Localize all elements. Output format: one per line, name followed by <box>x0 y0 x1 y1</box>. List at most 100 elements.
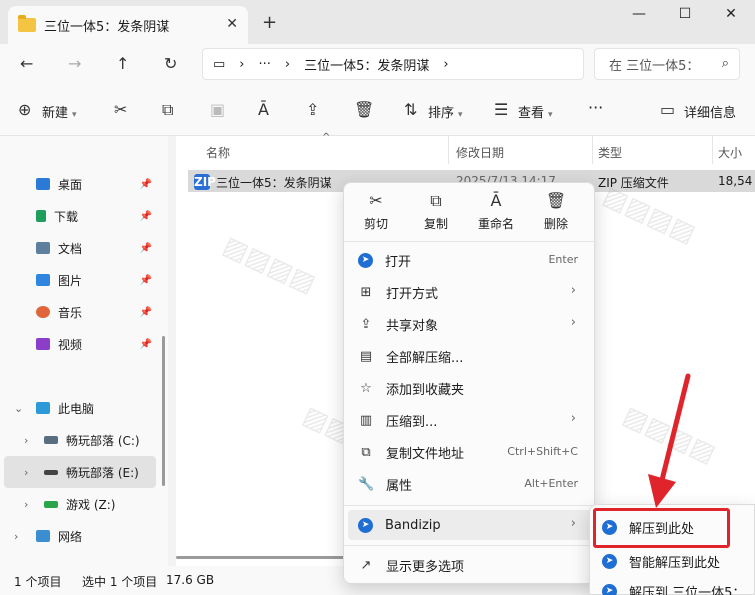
chevron-down-icon[interactable]: ⌄ <box>14 402 23 415</box>
sidebar-item-label: 游戏 (Z:) <box>66 497 116 512</box>
breadcrumb-folder[interactable]: 三位一体5：发条阴谋 <box>304 55 429 74</box>
column-header-type[interactable]: 类型 <box>598 144 622 161</box>
drive-icon <box>44 469 58 475</box>
music-icon <box>36 306 50 318</box>
picture-icon <box>36 274 50 286</box>
back-arrow-icon[interactable]: ← <box>20 54 33 73</box>
download-icon <box>36 210 46 222</box>
new-label: 新建 <box>42 106 69 121</box>
delete-action[interactable]: 🗑 删除 <box>526 191 586 232</box>
maximize-button[interactable]: ☐ <box>670 6 700 22</box>
menu-item-copy-path[interactable]: ⧉ 复制文件地址 Ctrl+Shift+C <box>348 437 592 467</box>
details-button[interactable]: 详细信息 <box>684 102 736 121</box>
sidebar-item-drive-e[interactable]: › 畅玩部落 (E:) <box>4 456 156 488</box>
sidebar-item-drive-c[interactable]: › 畅玩部落 (C:) <box>0 424 160 456</box>
forward-arrow-icon[interactable]: → <box>68 54 81 73</box>
navigation-pane: 桌面 📌 下载 📌 文档 📌 图片 📌 音乐 📌 视频 📌 ⌄ 此电脑 › 畅玩… <box>0 136 168 566</box>
up-arrow-icon[interactable]: ↑ <box>116 54 129 73</box>
chevron-right-icon[interactable]: › <box>24 498 28 511</box>
sidebar-scrollbar[interactable] <box>162 336 165 486</box>
search-icon[interactable]: ⌕ <box>722 56 729 71</box>
share-icon[interactable]: ⇪ <box>306 100 319 119</box>
column-header-name[interactable]: 名称 <box>206 144 230 161</box>
copy-icon: ⧉ <box>430 191 442 210</box>
menu-item-compress-to[interactable]: ▥ 压缩到... › <box>348 405 592 435</box>
tab-current-folder[interactable]: 三位一体5：发条阴谋 ✕ <box>8 6 248 44</box>
new-button[interactable]: 新建 ▾ <box>42 102 77 121</box>
column-divider[interactable] <box>448 136 449 164</box>
menu-item-open-with[interactable]: ⊞ 打开方式 › <box>348 277 592 307</box>
sidebar-item-desktop[interactable]: 桌面 📌 <box>0 168 160 200</box>
paste-icon[interactable]: ▣ <box>210 100 225 119</box>
extract-folder-icon: ▤ <box>359 348 373 364</box>
pin-icon: 📌 <box>139 178 152 190</box>
sidebar-item-music[interactable]: 音乐 📌 <box>0 296 160 328</box>
sidebar-item-drive-z[interactable]: › 游戏 (Z:) <box>0 488 160 520</box>
zip-file-icon: ZIP <box>194 174 216 190</box>
sort-button[interactable]: 排序 ▾ <box>428 102 463 121</box>
delete-icon[interactable]: 🗑 <box>354 100 374 119</box>
details-pane-icon[interactable]: ▭ <box>660 100 675 119</box>
bandizip-icon: ➤ <box>602 583 617 595</box>
menu-divider <box>344 545 596 546</box>
column-header-size[interactable]: 大小 <box>718 144 742 161</box>
copy-action[interactable]: ⧉ 复制 <box>406 191 466 232</box>
menu-item-label: Bandizip <box>385 517 441 533</box>
address-bar[interactable]: ▭ › ··· › 三位一体5：发条阴谋 › <box>202 48 584 80</box>
context-menu: ✂ 剪切 ⧉ 复制 Ā 重命名 🗑 删除 ➤ 打开 Enter ⊞ 打开方式 ›… <box>343 182 596 584</box>
more-button[interactable]: ··· <box>588 98 603 117</box>
sidebar-item-pictures[interactable]: 图片 📌 <box>0 264 160 296</box>
submenu-item-extract-to-folder[interactable]: ➤ 解压到 三位一体5： <box>594 577 754 595</box>
sidebar-item-label: 畅玩部落 (E:) <box>66 465 139 480</box>
sidebar-item-network[interactable]: › 网络 <box>0 520 160 552</box>
column-divider[interactable] <box>712 136 713 164</box>
chevron-right-icon[interactable]: › <box>14 530 18 543</box>
rename-icon[interactable]: Ā <box>258 100 269 119</box>
search-input[interactable]: 在 三位一体5： ⌕ <box>594 48 740 80</box>
menu-item-bandizip[interactable]: ➤ Bandizip › <box>348 510 592 540</box>
refresh-icon[interactable]: ↻ <box>164 54 177 73</box>
chevron-right-icon[interactable]: › <box>24 466 28 479</box>
pin-icon: 📌 <box>139 338 152 350</box>
bandizip-icon: ➤ <box>602 553 617 569</box>
bandizip-icon: ➤ <box>358 517 373 533</box>
chevron-right-icon: › <box>570 283 576 298</box>
column-header-date[interactable]: 修改日期 <box>456 144 504 161</box>
pin-icon: 📌 <box>139 306 152 318</box>
sidebar-item-this-pc[interactable]: ⌄ 此电脑 <box>0 392 160 424</box>
sort-icon[interactable]: ⇅ <box>404 100 417 119</box>
view-button[interactable]: 查看 ▾ <box>518 102 553 121</box>
toolbar: ⊕ 新建 ▾ ✂ ⧉ ▣ Ā ⇪ 🗑 ⇅ 排序 ▾ ☰ 查看 ▾ ··· ▭ 详细信息 <box>0 84 755 136</box>
menu-item-share[interactable]: ⇪ 共享对象 › <box>348 309 592 339</box>
column-divider[interactable] <box>592 136 593 164</box>
copy-icon[interactable]: ⧉ <box>162 100 173 120</box>
sidebar-item-videos[interactable]: 视频 📌 <box>0 328 160 360</box>
sidebar-item-documents[interactable]: 文档 📌 <box>0 232 160 264</box>
menu-item-show-more[interactable]: ↗ 显示更多选项 <box>348 550 592 580</box>
sidebar-item-label: 桌面 <box>58 177 83 192</box>
menu-item-label: 复制文件地址 <box>386 446 465 462</box>
menu-item-add-favorites[interactable]: ☆ 添加到收藏夹 <box>348 373 592 403</box>
window-close-button[interactable]: ✕ <box>716 6 746 22</box>
submenu-item-smart-extract[interactable]: ➤ 智能解压到此处 <box>594 547 754 575</box>
file-type: ZIP 压缩文件 <box>598 176 669 190</box>
tab-close-icon[interactable]: ✕ <box>226 16 238 32</box>
new-plus-icon[interactable]: ⊕ <box>18 100 31 119</box>
ellipsis-icon[interactable]: ··· <box>259 57 271 72</box>
view-icon[interactable]: ☰ <box>494 100 508 119</box>
sidebar-item-label: 下载 <box>54 209 79 224</box>
cut-action[interactable]: ✂ 剪切 <box>346 191 406 232</box>
minimize-button[interactable]: — <box>624 6 654 22</box>
wrench-icon: 🔧 <box>358 476 375 492</box>
menu-item-open[interactable]: ➤ 打开 Enter <box>348 245 592 275</box>
menu-item-properties[interactable]: 🔧 属性 Alt+Enter <box>348 469 592 499</box>
new-tab-button[interactable]: + <box>262 12 277 33</box>
sidebar-item-label: 图片 <box>58 273 83 288</box>
pin-icon: 📌 <box>139 242 152 254</box>
menu-item-label: 压缩到... <box>386 414 438 430</box>
rename-action[interactable]: Ā 重命名 <box>466 191 526 232</box>
cut-icon[interactable]: ✂ <box>114 100 127 119</box>
sidebar-item-downloads[interactable]: 下载 📌 <box>0 200 160 232</box>
chevron-right-icon[interactable]: › <box>24 434 28 447</box>
menu-item-extract-all[interactable]: ▤ 全部解压缩... <box>348 341 592 371</box>
